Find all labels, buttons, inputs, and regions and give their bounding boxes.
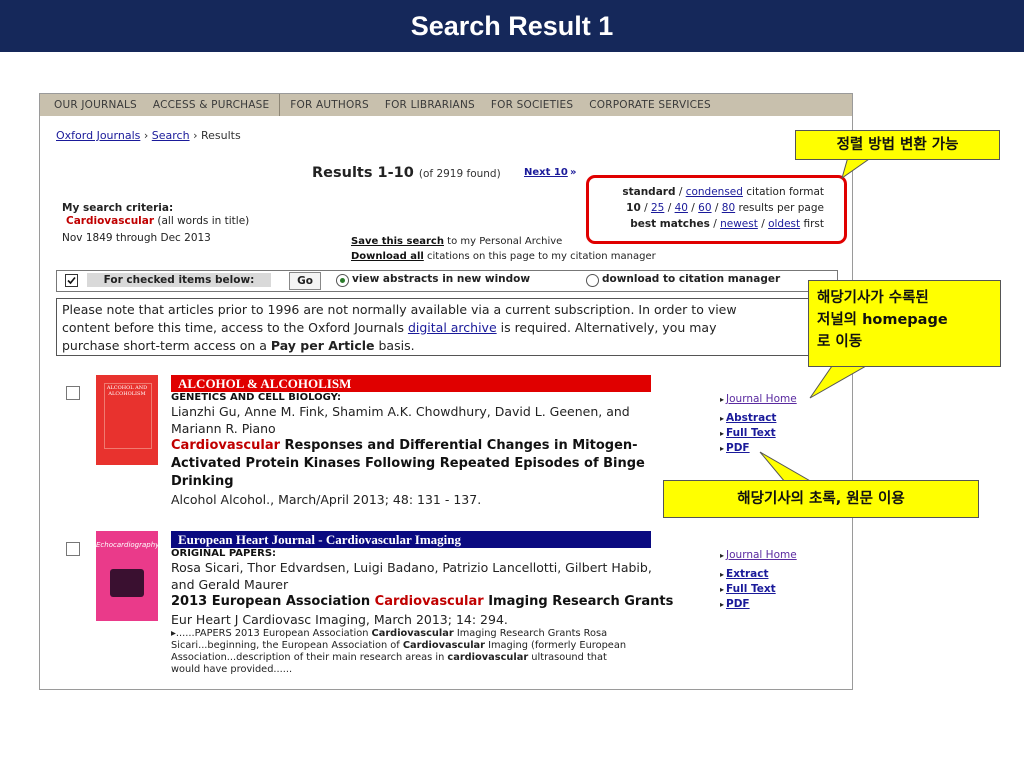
fulltext-callout: 해당기사의 초록, 원문 이용 [663,480,979,518]
journal-home-callout-pointer [809,365,868,399]
journal-home-callout: 해당기사가 수록된 저널의 homepage 로 이동 [808,280,1001,367]
sort-callout-pointer [841,156,874,180]
callout-pointers [759,156,874,483]
sort-callout: 정렬 방법 변환 가능 [795,130,1000,160]
fulltext-callout-pointer [759,451,814,483]
